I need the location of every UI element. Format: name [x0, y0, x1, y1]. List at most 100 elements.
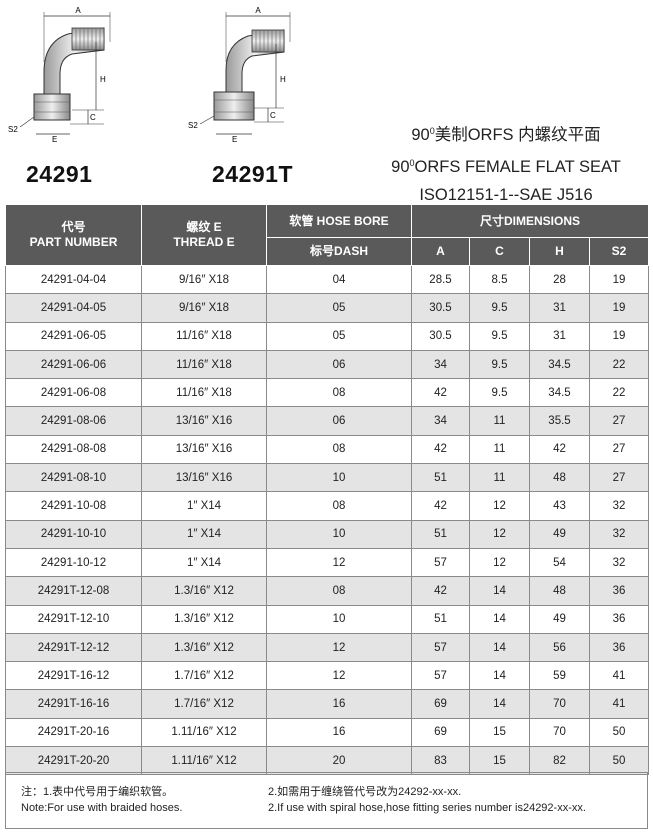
header-h: H	[529, 237, 590, 266]
dim-h-cell: 59	[529, 661, 590, 691]
dim-a-cell: 57	[411, 661, 470, 691]
table-row: 24291T-12-12 1.3/16″ X12 12 57 14 56 36	[5, 632, 650, 663]
table-row: 24291-04-04 9/16″ X18 04 28.5 8.5 28 19	[5, 264, 650, 295]
note-1-en: Note:For use with braided hoses.	[21, 802, 183, 814]
dim-a-cell: 69	[411, 689, 470, 719]
title-block: 900美制ORFS 内螺纹平面 900ORFS FEMALE FLAT SEAT…	[371, 117, 641, 209]
dim-a-cell: 28.5	[411, 264, 470, 295]
dash-cell: 08	[266, 378, 412, 408]
fitting-drawing-24291t: A H C E S2	[186, 2, 321, 147]
dim-c-cell: 15	[469, 746, 530, 776]
dim-e-label: E	[52, 135, 57, 144]
dim-a-cell: 57	[411, 547, 470, 578]
title-line-en: 900ORFS FEMALE FLAT SEAT	[391, 158, 621, 176]
dim-a-cell: 51	[411, 519, 470, 549]
thread-cell: 11/16″ X18	[141, 378, 267, 408]
dim-s2-cell: 41	[588, 661, 650, 691]
thread-cell: 1.11/16″ X12	[141, 717, 267, 748]
dim-c-cell: 9.5	[469, 349, 530, 380]
table-row: 24291-08-06 13/16″ X16 06 34 11 35.5 27	[5, 406, 650, 436]
title-line-cn: 900美制ORFS 内螺纹平面	[411, 126, 601, 144]
table-row: 24291-06-05 11/16″ X18 05 30.5 9.5 31 19	[5, 321, 650, 351]
thread-cell: 1.3/16″ X12	[141, 632, 267, 663]
part-number-cell: 24291-08-10	[5, 463, 142, 493]
dash-cell: 16	[266, 689, 412, 719]
dash-cell: 10	[266, 604, 412, 634]
part-number-cell: 24291T-20-16	[5, 717, 142, 748]
dash-cell: 04	[266, 264, 412, 295]
dim-c-label: C	[90, 113, 96, 122]
dim-h-cell: 48	[529, 576, 590, 606]
dash-cell: 06	[266, 406, 412, 436]
header-thread: 螺纹 E THREAD E	[141, 204, 267, 266]
table-row: 24291-06-08 11/16″ X18 08 42 9.5 34.5 22	[5, 378, 650, 408]
part-number-cell: 24291-04-05	[5, 293, 142, 323]
dim-h-cell: 56	[529, 632, 590, 663]
header-s2: S2	[588, 237, 650, 266]
dim-s2-cell: 36	[588, 604, 650, 634]
dim-h-label: H	[100, 75, 106, 84]
spec-table: 代号 PART NUMBER 螺纹 E THREAD E 软管 HOSE BORE …	[5, 204, 650, 776]
dim-h-label: H	[280, 75, 286, 84]
dim-s2-cell: 19	[588, 264, 650, 295]
dim-c-cell: 11	[469, 463, 530, 493]
dim-c-cell: 12	[469, 491, 530, 521]
table-row: 24291T-12-08 1.3/16″ X12 08 42 14 48 36	[5, 576, 650, 606]
thread-cell: 13/16″ X16	[141, 406, 267, 436]
note-2-en: 2.If use with spiral hose,hose fitting s…	[268, 802, 586, 814]
dim-h-cell: 42	[529, 434, 590, 465]
thread-cell: 9/16″ X18	[141, 293, 267, 323]
note-2-cn: 2.如需用于缠绕管代号改为24292-xx-xx.	[268, 786, 462, 798]
part-number-cell: 24291-10-12	[5, 547, 142, 578]
dash-cell: 10	[266, 463, 412, 493]
header-a: A	[411, 237, 470, 266]
thread-cell: 1.3/16″ X12	[141, 576, 267, 606]
dim-c-cell: 9.5	[469, 321, 530, 351]
dash-cell: 06	[266, 349, 412, 380]
dash-cell: 10	[266, 519, 412, 549]
dim-c-cell: 12	[469, 547, 530, 578]
table-row: 24291-10-10 1″ X14 10 51 12 49 32	[5, 519, 650, 549]
dim-c-cell: 14	[469, 632, 530, 663]
thread-cell: 1.3/16″ X12	[141, 604, 267, 634]
header-dash: 标号DASH	[266, 237, 412, 266]
table-row: 24291-08-10 13/16″ X16 10 51 11 48 27	[5, 463, 650, 493]
table-row: 24291-04-05 9/16″ X18 05 30.5 9.5 31 19	[5, 293, 650, 323]
thread-cell: 1.7/16″ X12	[141, 689, 267, 719]
dim-h-cell: 31	[529, 321, 590, 351]
dim-a-cell: 34	[411, 349, 470, 380]
dim-s2-cell: 22	[588, 378, 650, 408]
dim-h-cell: 34.5	[529, 349, 590, 380]
header-c: C	[469, 237, 530, 266]
dash-cell: 05	[266, 321, 412, 351]
dim-c-cell: 14	[469, 661, 530, 691]
dim-c-cell: 11	[469, 434, 530, 465]
dim-s2-cell: 27	[588, 406, 650, 436]
dim-h-cell: 70	[529, 717, 590, 748]
dim-c-cell: 12	[469, 519, 530, 549]
fitting-drawing-24291: A H C E S2	[8, 2, 143, 147]
thread-cell: 1.7/16″ X12	[141, 661, 267, 691]
dim-c-cell: 15	[469, 717, 530, 748]
dash-cell: 05	[266, 293, 412, 323]
part-number-cell: 24291-06-08	[5, 378, 142, 408]
dim-c-label: C	[270, 111, 276, 120]
dim-s2-label: S2	[188, 121, 198, 130]
table-row: 24291T-16-12 1.7/16″ X12 12 57 14 59 41	[5, 661, 650, 691]
thread-cell: 13/16″ X16	[141, 463, 267, 493]
part-number-cell: 24291-08-08	[5, 434, 142, 465]
thread-cell: 13/16″ X16	[141, 434, 267, 465]
dim-c-cell: 14	[469, 689, 530, 719]
dim-h-cell: 54	[529, 547, 590, 578]
dim-a-cell: 83	[411, 746, 470, 776]
part-label-24291t: 24291T	[212, 161, 294, 187]
thread-cell: 1″ X14	[141, 519, 267, 549]
dim-c-cell: 9.5	[469, 293, 530, 323]
table-row: 24291T-16-16 1.7/16″ X12 16 69 14 70 41	[5, 689, 650, 719]
dim-c-cell: 11	[469, 406, 530, 436]
dim-s2-cell: 19	[588, 321, 650, 351]
part-label-24291: 24291	[26, 161, 93, 187]
dim-s2-cell: 32	[588, 519, 650, 549]
dash-cell: 08	[266, 576, 412, 606]
part-number-cell: 24291-04-04	[5, 264, 142, 295]
